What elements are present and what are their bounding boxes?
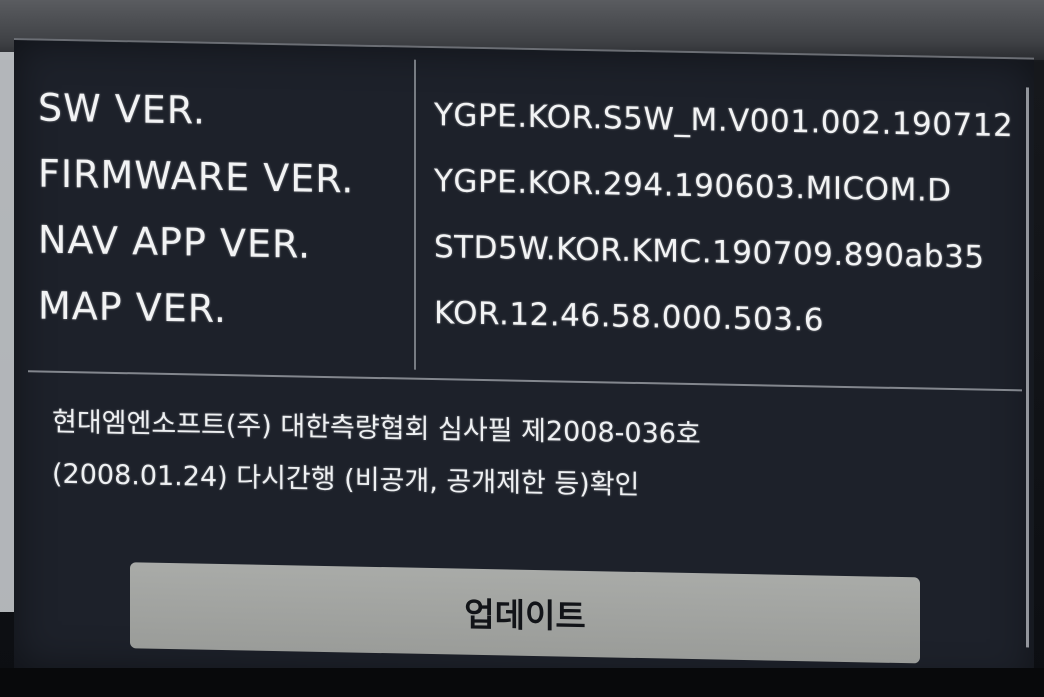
nav-app-ver-label: NAV APP VER. xyxy=(38,217,312,267)
update-button-label: 업데이트 xyxy=(464,594,586,636)
bottom-bezel xyxy=(0,668,1044,697)
map-ver-value: KOR.12.46.58.000.503.6 xyxy=(434,295,824,339)
firmware-ver-value: YGPE.KOR.294.190603.MICOM.D xyxy=(434,163,952,210)
version-values: YGPE.KOR.S5W_M.V001.002.190712 YGPE.KOR.… xyxy=(434,82,1024,357)
display-frame: SW VER. FIRMWARE VER. NAV APP VER. MAP V… xyxy=(0,0,1044,697)
sw-ver-label: SW VER. xyxy=(38,85,206,133)
version-labels: SW VER. FIRMWARE VER. NAV APP VER. MAP V… xyxy=(38,74,408,345)
firmware-ver-label: FIRMWARE VER. xyxy=(38,151,355,202)
update-button[interactable]: 업데이트 xyxy=(130,562,920,664)
column-divider xyxy=(414,59,416,370)
nav-app-ver-value: STD5W.KOR.KMC.190709.890ab35 xyxy=(434,229,985,276)
map-ver-label: MAP VER. xyxy=(38,283,227,332)
version-info-screen: SW VER. FIRMWARE VER. NAV APP VER. MAP V… xyxy=(14,38,1034,688)
sw-ver-value: YGPE.KOR.S5W_M.V001.002.190712 xyxy=(434,97,1014,145)
scrollbar-track xyxy=(1026,87,1029,648)
section-divider xyxy=(28,370,1022,392)
map-approval-notice: 현대엠엔소프트(주) 대한측량협회 심사필 제2008-036호 (2008.0… xyxy=(52,397,1012,519)
